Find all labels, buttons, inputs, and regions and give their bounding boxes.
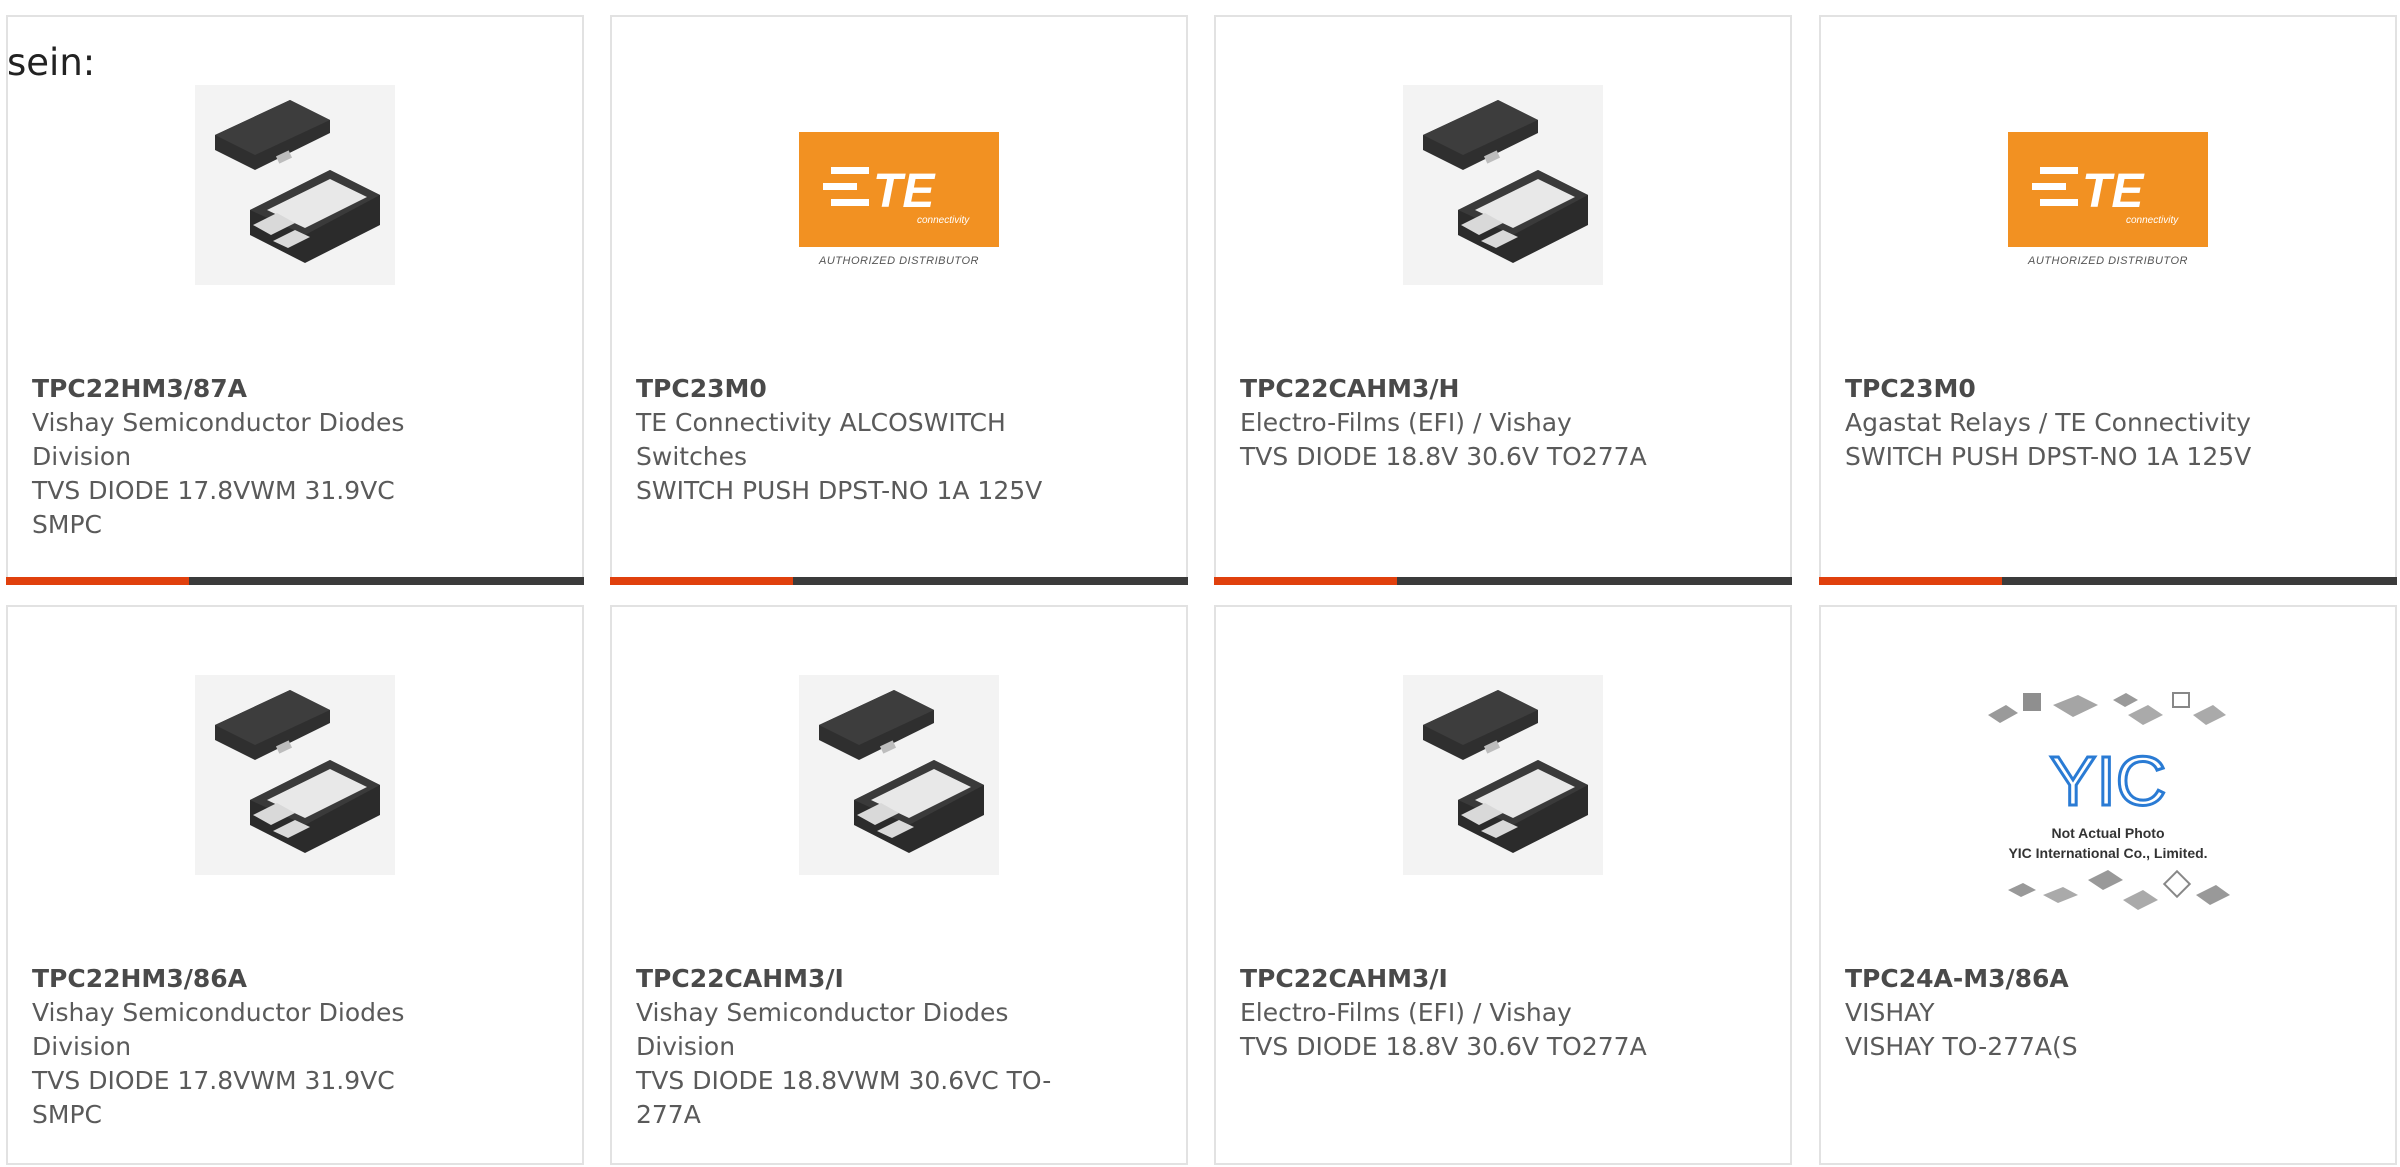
te-logo-box: TE connectivity [799,132,999,247]
product-details: TPC22CAHM3/I Electro-Films (EFI) / Vishay… [1240,962,1670,1064]
diode-package-icon [195,675,395,875]
product-detail-line: VISHAY TO-277A(S [1845,1032,2078,1061]
product-card[interactable]: TPC22CAHM3/I Vishay Semiconductor Diodes D… [610,605,1188,1165]
product-detail-line: 277A [636,1100,701,1129]
part-number-link[interactable]: TPC22CAHM3/H [1240,372,1670,406]
product-detail-line: TVS DIODE 18.8V 30.6V TO277A [1240,1032,1647,1061]
part-number-link[interactable]: TPC23M0 [636,372,1066,406]
product-detail-line: Division [636,1032,736,1061]
diode-package-icon [195,85,395,285]
product-card[interactable]: TPC22HM3/87A Vishay Semiconductor Diodes D… [6,15,584,585]
product-details: TPC22CAHM3/H Electro-Films (EFI) / Vishay… [1240,372,1670,474]
card-bottom-bar [610,577,1188,585]
yic-logo-text: YIC [2050,742,2167,820]
product-detail-line: TVS DIODE 17.8VWM 31.9VC [32,476,395,505]
te-logo-caption: AUTHORIZED DISTRIBUTOR [819,255,979,267]
product-card[interactable]: YIC Not Actual Photo YIC International Co.… [1819,605,2397,1165]
part-number-link[interactable]: TPC22CAHM3/I [1240,962,1670,996]
te-logo-subtext: connectivity [917,215,970,226]
product-card[interactable]: TPC22CAHM3/I Electro-Films (EFI) / Vishay… [1214,605,1792,1165]
diode-package-icon [799,675,999,875]
yic-placeholder-image: YIC Not Actual Photo YIC International Co.… [1968,675,2248,915]
product-detail-line: TVS DIODE 18.8VWM 30.6VC TO- [636,1066,1052,1095]
product-image[interactable] [8,85,582,291]
card-bottom-bar [1819,577,2397,585]
product-image[interactable]: YIC Not Actual Photo YIC International Co.… [1821,675,2395,910]
product-detail-line: Division [32,442,132,471]
product-image[interactable] [1216,85,1790,291]
te-logo-box: TE connectivity [2008,132,2208,247]
te-logo-subtext: connectivity [2126,215,2179,226]
card-accent-bar [6,577,189,585]
product-detail-line: Vishay Semiconductor Diodes [636,998,1009,1027]
product-detail-line: SWITCH PUSH DPST-NO 1A 125V [1845,442,2252,471]
card-bottom-bar [6,577,584,585]
card-bottom-bar [1214,577,1792,585]
te-logo-icon: TEconnectivity [823,165,970,226]
product-image[interactable]: TE connectivity AUTHORIZED DISTRIBUTOR [612,85,1186,291]
part-number-link[interactable]: TPC23M0 [1845,372,2275,406]
card-accent-bar [610,577,793,585]
intro-text: sein: [7,41,96,84]
product-details: TPC22HM3/86A Vishay Semiconductor Diodes D… [32,962,462,1132]
diode-package-icon [1403,85,1603,285]
product-image[interactable] [612,675,1186,881]
te-logo-text: TE [2082,165,2145,218]
product-detail-line: Electro-Films (EFI) / Vishay [1240,998,1572,1027]
product-detail-line: Switches [636,442,748,471]
te-logo-icon: TEconnectivity [2032,165,2179,226]
te-connectivity-logo: TE connectivity AUTHORIZED DISTRIBUTOR [799,132,999,277]
card-accent-bar [1819,577,2002,585]
te-logo-caption: AUTHORIZED DISTRIBUTOR [2028,255,2188,267]
part-number-link[interactable]: TPC22CAHM3/I [636,962,1066,996]
product-detail-line: VISHAY [1845,998,1935,1027]
product-detail-line: Electro-Films (EFI) / Vishay [1240,408,1572,437]
product-card[interactable]: TPC22HM3/86A Vishay Semiconductor Diodes D… [6,605,584,1165]
part-number-link[interactable]: TPC22HM3/86A [32,962,462,996]
chip-collage-icon: YIC [1988,692,2230,910]
product-detail-line: Division [32,1032,132,1061]
product-details: TPC23M0 Agastat Relays / TE Connectivity S… [1845,372,2275,474]
product-detail-line: TVS DIODE 17.8VWM 31.9VC [32,1066,395,1095]
product-card[interactable]: TPC22CAHM3/H Electro-Films (EFI) / Vishay… [1214,15,1792,585]
product-detail-line: Vishay Semiconductor Diodes [32,408,405,437]
part-number-link[interactable]: TPC24A-M3/86A [1845,962,2275,996]
card-accent-bar [1214,577,1397,585]
product-image[interactable] [8,675,582,881]
product-detail-line: TE Connectivity ALCOSWITCH [636,408,1006,437]
product-details: TPC22HM3/87A Vishay Semiconductor Diodes D… [32,372,462,542]
product-card[interactable]: TE connectivity AUTHORIZED DISTRIBUTOR TPC2… [610,15,1188,585]
product-image[interactable] [1216,675,1790,881]
product-detail-line: SMPC [32,510,102,539]
product-detail-line: SWITCH PUSH DPST-NO 1A 125V [636,476,1043,505]
product-detail-line: Agastat Relays / TE Connectivity [1845,408,2251,437]
product-details: TPC22CAHM3/I Vishay Semiconductor Diodes D… [636,962,1066,1132]
product-detail-line: Vishay Semiconductor Diodes [32,998,405,1027]
product-image[interactable]: TE connectivity AUTHORIZED DISTRIBUTOR [1821,85,2395,291]
product-details: TPC24A-M3/86A VISHAY VISHAY TO-277A(S [1845,962,2275,1064]
product-card[interactable]: TE connectivity AUTHORIZED DISTRIBUTOR TPC2… [1819,15,2397,585]
product-detail-line: SMPC [32,1100,102,1129]
yic-caption-2: YIC International Co., Limited. [2008,845,2208,861]
te-connectivity-logo: TE connectivity AUTHORIZED DISTRIBUTOR [2008,132,2208,277]
yic-caption-1: Not Actual Photo [2051,825,2165,841]
te-logo-text: TE [873,165,936,218]
product-details: TPC23M0 TE Connectivity ALCOSWITCH Switche… [636,372,1066,508]
product-detail-line: TVS DIODE 18.8V 30.6V TO277A [1240,442,1647,471]
part-number-link[interactable]: TPC22HM3/87A [32,372,462,406]
diode-package-icon [1403,675,1603,875]
